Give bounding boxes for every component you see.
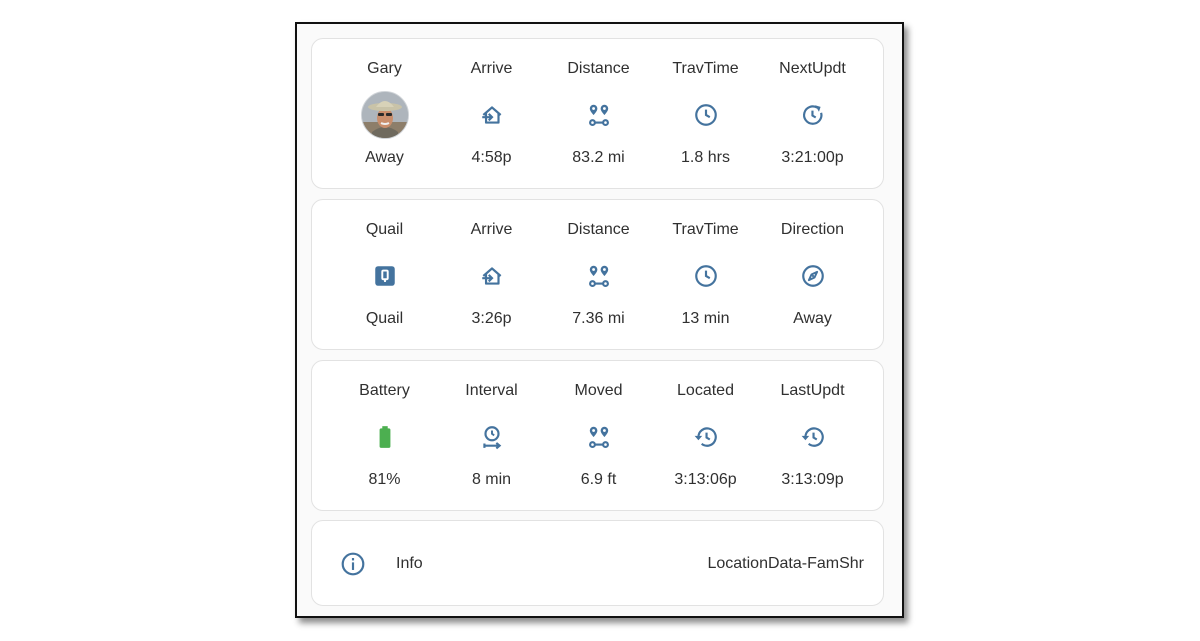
- entity-label: Located: [677, 382, 734, 399]
- entity-value: 13 min: [681, 310, 730, 327]
- entity-label: Arrive: [470, 221, 513, 238]
- entity-distance[interactable]: Distance 83.2 mi: [545, 39, 652, 188]
- map-marker-distance-icon: [575, 413, 623, 461]
- clock-icon: [682, 252, 730, 300]
- tracking-card-device: Battery 81% Interval 8 min Moved 6.9 ft …: [311, 360, 884, 511]
- entity-value: 7.36 mi: [572, 310, 625, 327]
- entity-value: 6.9 ft: [580, 471, 617, 488]
- history-icon: [682, 413, 730, 461]
- entity-value: 3:13:06p: [674, 471, 737, 488]
- clock-refresh-icon: [789, 91, 837, 139]
- info-value: LocationData-FamShr: [707, 555, 864, 572]
- entity-distance[interactable]: Distance 7.36 mi: [545, 200, 652, 349]
- entity-value: 1.8 hrs: [681, 149, 730, 166]
- info-label: Info: [396, 555, 423, 572]
- entity-value: Quail: [365, 310, 404, 327]
- entity-label: Distance: [567, 60, 630, 77]
- entity-label: LastUpdt: [780, 382, 845, 399]
- compass-icon: [789, 252, 837, 300]
- entity-arrive[interactable]: Arrive 4:58p: [438, 39, 545, 188]
- map-marker-distance-icon: [575, 252, 623, 300]
- tracking-card-gary: Gary Away Arrive 4:58p Distance 83.2 mi …: [311, 38, 884, 189]
- entity-value: Away: [365, 149, 404, 166]
- entity-travtime[interactable]: TravTime 1.8 hrs: [652, 39, 759, 188]
- entity-label: Arrive: [470, 60, 513, 77]
- timer-interval-icon: [468, 413, 516, 461]
- person-avatar[interactable]: [360, 91, 409, 139]
- entity-label: Direction: [780, 221, 845, 238]
- entity-value: 3:21:00p: [781, 149, 844, 166]
- map-marker-distance-icon: [575, 91, 623, 139]
- entity-nextupdt[interactable]: NextUpdt 3:21:00p: [759, 39, 866, 188]
- entity-value: 83.2 mi: [572, 149, 625, 166]
- entity-label: NextUpdt: [779, 60, 846, 77]
- entity-moved[interactable]: Moved 6.9 ft: [545, 361, 652, 510]
- entity-value: 4:58p: [471, 149, 512, 166]
- entity-value: 81%: [368, 471, 401, 488]
- entity-label: Battery: [359, 382, 410, 399]
- entity-value: 3:26p: [471, 310, 512, 327]
- arrive-home-icon: [468, 252, 516, 300]
- entity-arrive[interactable]: Arrive 3:26p: [438, 200, 545, 349]
- entity-label: Interval: [465, 382, 518, 399]
- entity-label: Gary: [367, 60, 402, 77]
- clock-icon: [682, 91, 730, 139]
- entity-lastupdt[interactable]: LastUpdt 3:13:09p: [759, 361, 866, 510]
- entity-located[interactable]: Located 3:13:06p: [652, 361, 759, 510]
- entity-direction[interactable]: Direction Away: [759, 200, 866, 349]
- entity-label: Moved: [574, 382, 623, 399]
- battery-icon: [361, 413, 409, 461]
- entity-value: 8 min: [471, 471, 512, 488]
- information-outline-icon: [340, 551, 366, 577]
- entity-label: TravTime: [672, 60, 739, 77]
- entity-value: Away: [793, 310, 832, 327]
- dashboard-background: Gary Away Arrive 4:58p Distance 83.2 mi …: [297, 24, 886, 612]
- entity-quail[interactable]: Quail Quail: [331, 200, 438, 349]
- dashboard-panel: Gary Away Arrive 4:58p Distance 83.2 mi …: [295, 22, 904, 618]
- zone-box-icon: [361, 252, 409, 300]
- entity-value: 3:13:09p: [781, 471, 844, 488]
- tracking-card-quail: Quail Quail Arrive 3:26p Distance 7.36 m…: [311, 199, 884, 350]
- arrive-home-icon: [468, 91, 516, 139]
- entity-label: Distance: [567, 221, 630, 238]
- info-card[interactable]: Info LocationData-FamShr: [311, 520, 884, 606]
- history-icon: [789, 413, 837, 461]
- entity-gary[interactable]: Gary Away: [331, 39, 438, 188]
- entity-label: TravTime: [672, 221, 739, 238]
- entity-interval[interactable]: Interval 8 min: [438, 361, 545, 510]
- entity-battery[interactable]: Battery 81%: [331, 361, 438, 510]
- entity-label: Quail: [365, 221, 404, 238]
- entity-travtime[interactable]: TravTime 13 min: [652, 200, 759, 349]
